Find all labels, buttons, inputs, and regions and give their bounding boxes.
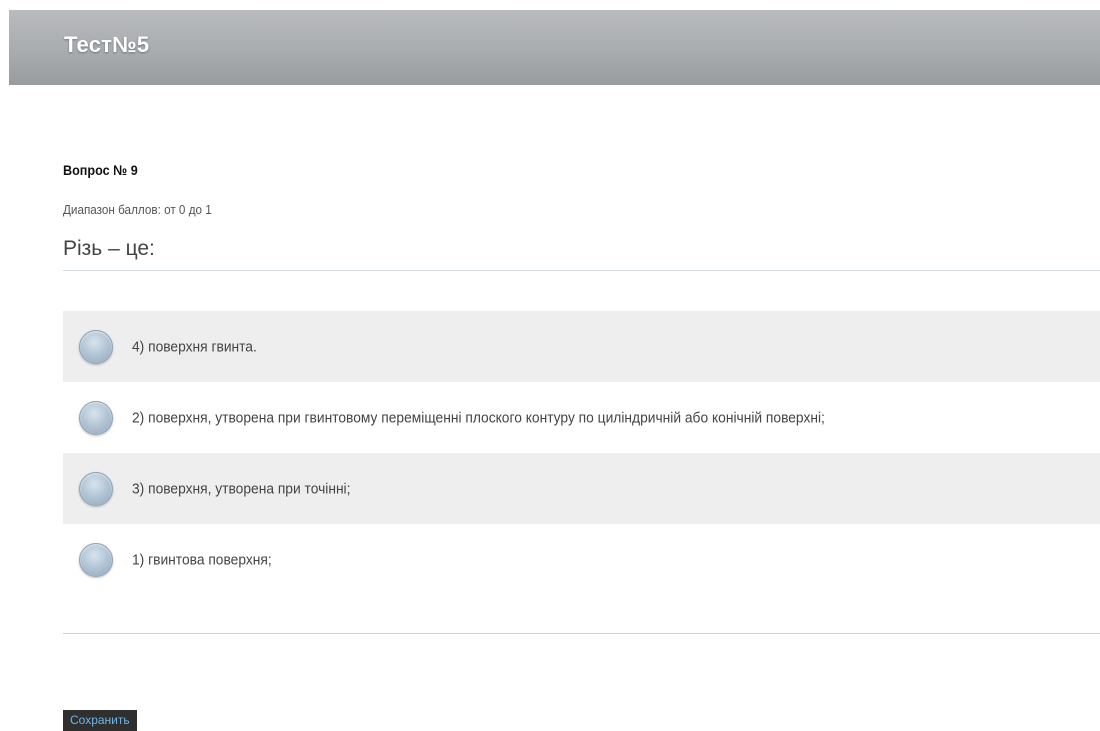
radio-button[interactable]: [79, 329, 113, 364]
answer-label[interactable]: 2) поверхня, утворена при гвинтовому пер…: [132, 409, 825, 426]
radio-button[interactable]: [79, 471, 113, 506]
answer-option[interactable]: 1) гвинтова поверхня;: [63, 524, 1100, 595]
score-range: Диапазон баллов: от 0 до 1: [63, 202, 212, 217]
question-number: Вопрос № 9: [63, 162, 138, 178]
answer-option[interactable]: 2) поверхня, утворена при гвинтовому пер…: [63, 382, 1100, 453]
answer-label[interactable]: 3) поверхня, утворена при точінні;: [132, 480, 350, 497]
save-button[interactable]: Сохранить: [63, 710, 137, 731]
answer-option[interactable]: 3) поверхня, утворена при точінні;: [63, 453, 1100, 524]
test-title: Тест№5: [64, 32, 150, 57]
question-text: Різь – це:: [63, 237, 155, 260]
radio-button[interactable]: [79, 400, 113, 435]
page-header: Тест№5: [9, 10, 1100, 85]
answer-label[interactable]: 4) поверхня гвинта.: [132, 338, 257, 355]
divider: [63, 633, 1100, 634]
radio-button[interactable]: [79, 542, 113, 577]
answer-list: 4) поверхня гвинта. 2) поверхня, утворен…: [63, 311, 1100, 595]
answer-option[interactable]: 4) поверхня гвинта.: [63, 311, 1100, 382]
answer-label[interactable]: 1) гвинтова поверхня;: [132, 551, 272, 568]
divider: [63, 270, 1100, 271]
